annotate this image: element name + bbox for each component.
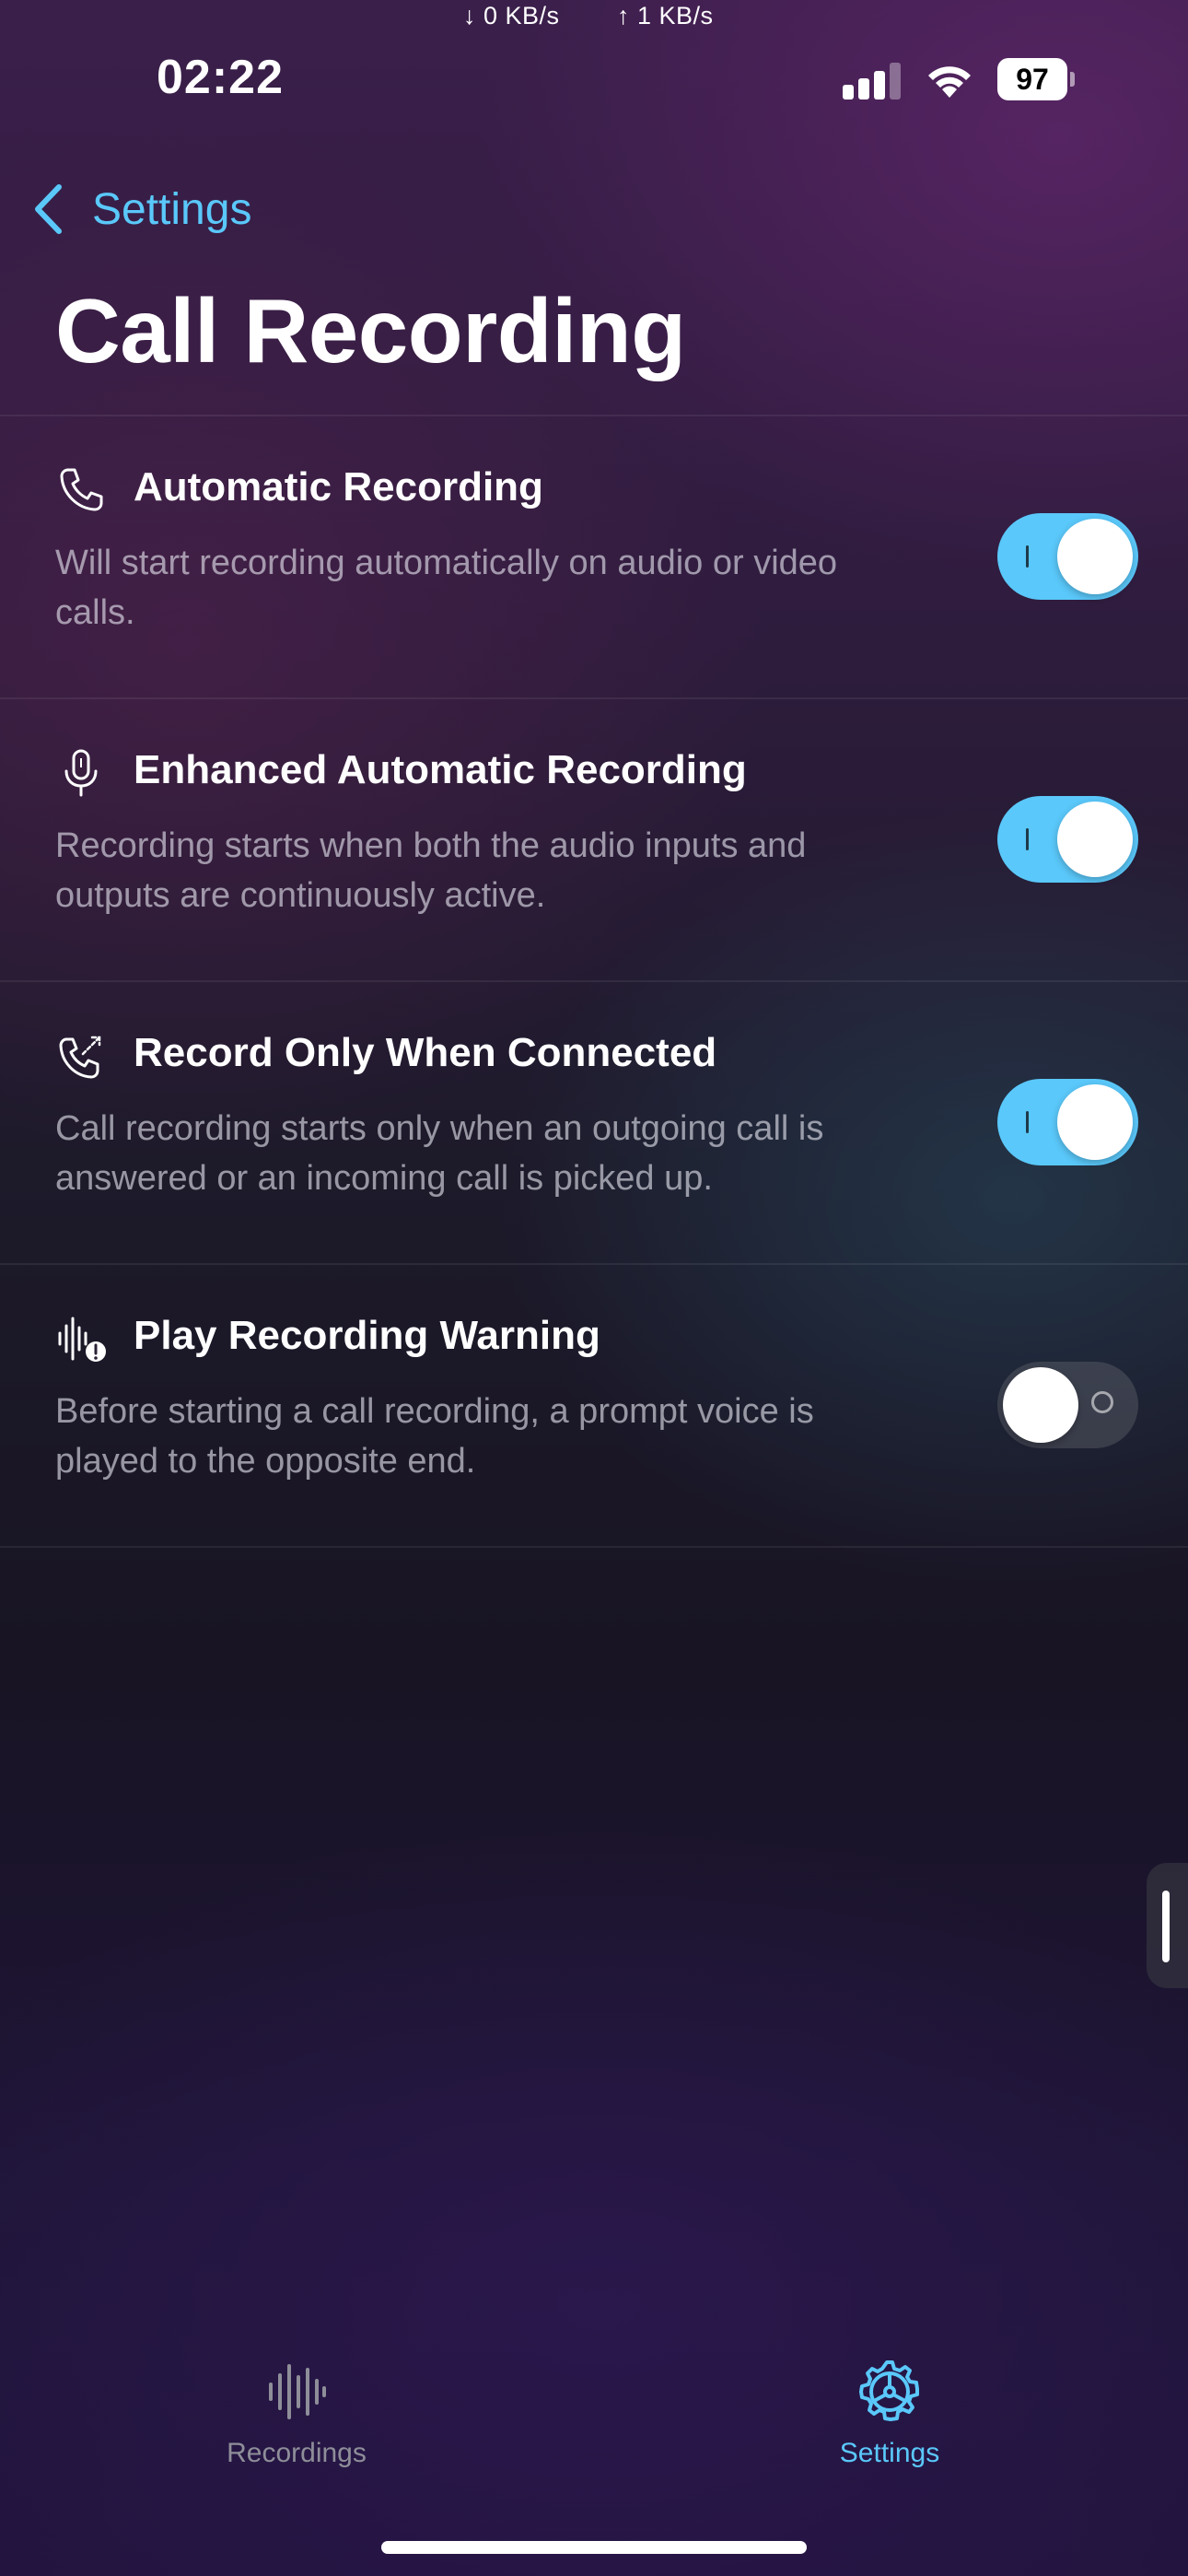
status-time: 02:22 (157, 51, 284, 104)
download-rate: ↓ 0 KB/s (463, 2, 560, 29)
phone-icon (60, 468, 103, 511)
tab-settings[interactable]: Settings (751, 2359, 1028, 2469)
back-button-label: Settings (92, 184, 252, 234)
scroll-indicator[interactable] (1147, 1863, 1188, 1988)
setting-row-automatic-recording: Automatic Recording Will start recording… (0, 416, 1188, 697)
setting-description: Will start recording automatically on au… (55, 544, 838, 632)
home-indicator (381, 2541, 807, 2554)
enhanced-automatic-recording-toggle[interactable] (997, 796, 1138, 883)
waveform-warning-icon (58, 1317, 106, 1362)
gear-icon (859, 2360, 919, 2421)
back-button[interactable]: Settings (31, 179, 251, 240)
page-title: Call Recording (55, 280, 686, 381)
setting-title: Play Recording Warning (134, 1313, 600, 1358)
automatic-recording-toggle[interactable] (997, 513, 1138, 600)
upload-rate: ↑ 1 KB/s (617, 2, 714, 29)
tab-label: Settings (839, 2438, 940, 2468)
tab-label: Recordings (227, 2438, 367, 2468)
setting-row-play-recording-warning: Play Recording Warning Before starting a… (0, 1265, 1188, 1546)
microphone-icon (64, 749, 98, 797)
wifi-icon (928, 66, 971, 98)
record-only-when-connected-toggle[interactable] (997, 1079, 1138, 1165)
setting-row-record-only-when-connected: Record Only When Connected Call recordin… (0, 982, 1188, 1263)
setting-row-enhanced-automatic-recording: Enhanced Automatic Recording Recording s… (0, 699, 1188, 980)
phone-connected-icon (59, 1036, 101, 1079)
cellular-signal-icon (843, 61, 902, 100)
setting-description: Recording starts when both the audio inp… (55, 826, 807, 915)
waveform-icon (269, 2364, 326, 2419)
battery-level: 97 (997, 58, 1067, 100)
setting-title: Enhanced Automatic Recording (134, 747, 747, 792)
play-recording-warning-toggle[interactable] (997, 1362, 1138, 1448)
setting-title: Record Only When Connected (134, 1030, 717, 1075)
setting-title: Automatic Recording (134, 464, 543, 509)
battery-indicator: 97 (997, 58, 1077, 100)
setting-description: Call recording starts only when an outgo… (55, 1109, 824, 1198)
divider (0, 1546, 1188, 1548)
chevron-left-icon (35, 184, 62, 234)
setting-description: Before starting a call recording, a prom… (55, 1392, 814, 1481)
tab-recordings[interactable]: Recordings (158, 2359, 435, 2469)
